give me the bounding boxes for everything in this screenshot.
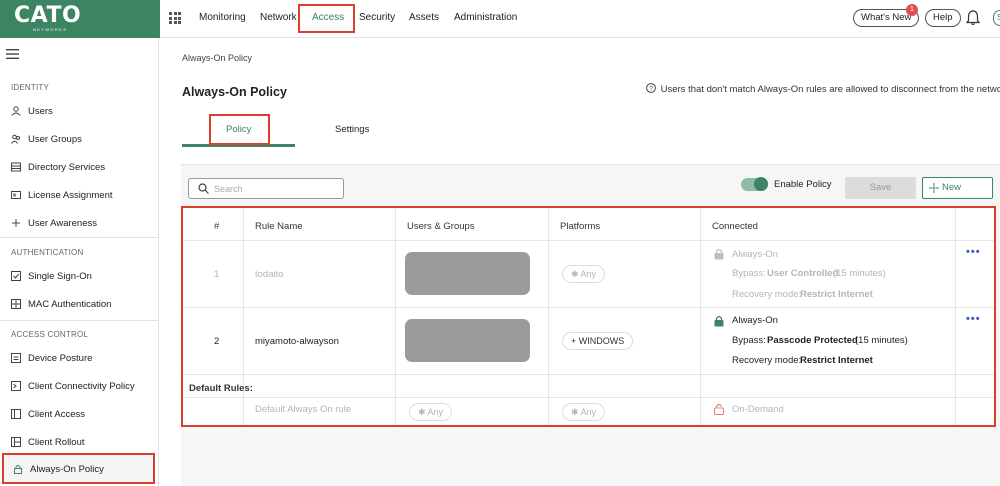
sidebar-item-device-posture[interactable]: Device Posture — [11, 350, 92, 366]
plus-icon — [12, 219, 20, 227]
sidebar-item-label: License Assignment — [28, 189, 113, 201]
sidebar-item-label: Client Access — [28, 408, 86, 420]
nav-security[interactable]: Security — [359, 12, 395, 23]
rollout-icon — [11, 437, 21, 447]
question-circle-icon: ? — [646, 83, 656, 93]
directory-icon — [11, 162, 21, 172]
whats-new-badge: 1 — [906, 4, 918, 16]
sidebar-item-mac-authentication[interactable]: MAC Authentication — [11, 296, 111, 312]
breadcrumb[interactable]: Always-On Policy — [182, 53, 252, 63]
sidebar-item-license-assignment[interactable]: License Assignment — [11, 187, 113, 203]
grid-icon — [11, 299, 21, 309]
sidebar-item-client-connectivity-policy[interactable]: Client Connectivity Policy — [11, 378, 135, 394]
search-icon — [198, 183, 209, 194]
sidebar-section-access-control: ACCESS CONTROL — [11, 330, 89, 339]
svg-text:?: ? — [649, 86, 653, 93]
new-button-label: New — [942, 182, 962, 193]
sidebar-item-user-awareness[interactable]: User Awareness — [11, 215, 97, 231]
sidebar-item-label: Single Sign-On — [28, 270, 92, 282]
page-title: Always-On Policy — [182, 85, 287, 99]
logo-text: CATO — [14, 3, 82, 28]
nav-access[interactable]: Access — [312, 12, 344, 23]
sidebar-divider — [0, 320, 159, 321]
user-icon — [11, 106, 21, 116]
nav-administration[interactable]: Administration — [454, 12, 517, 23]
sidebar-item-client-access[interactable]: Client Access — [11, 406, 85, 422]
search-placeholder: Search — [214, 184, 243, 194]
sidebar-item-label: MAC Authentication — [28, 298, 112, 310]
checkbox-icon — [11, 271, 21, 281]
sidebar-item-label: Device Posture — [28, 352, 93, 364]
hamburger-menu-icon[interactable] — [6, 49, 19, 59]
client-access-icon — [11, 409, 21, 419]
sidebar-item-always-on-policy-content[interactable]: Always-On Policy — [13, 461, 104, 477]
info-note-text: Users that don't match Always-On rules a… — [660, 84, 1000, 95]
sidebar-item-label: Directory Services — [28, 161, 106, 173]
search-input[interactable] — [188, 178, 344, 199]
sidebar: IDENTITY Users User Groups Directory Ser… — [0, 38, 159, 486]
tab-policy-label[interactable]: Policy — [226, 124, 251, 135]
help-button[interactable]: Help — [925, 9, 961, 27]
table-highlight — [181, 206, 996, 427]
sidebar-item-single-sign-on[interactable]: Single Sign-On — [11, 268, 92, 284]
save-button[interactable]: Save — [845, 177, 916, 199]
cato-logo[interactable]: CATO NETWORKS — [0, 0, 160, 38]
sidebar-item-directory-services[interactable]: Directory Services — [11, 159, 105, 175]
lock-icon — [14, 465, 22, 474]
sidebar-item-client-rollout[interactable]: Client Rollout — [11, 434, 85, 450]
sidebar-item-label: Client Connectivity Policy — [28, 380, 135, 392]
sidebar-section-authentication: AUTHENTICATION — [11, 248, 84, 257]
sidebar-item-label: User Groups — [28, 133, 82, 145]
sidebar-divider — [0, 237, 159, 238]
app-grid-icon[interactable] — [169, 12, 181, 24]
sidebar-section-identity: IDENTITY — [11, 83, 50, 92]
new-button[interactable]: New — [922, 177, 993, 199]
connectivity-icon — [11, 381, 21, 391]
tab-settings[interactable]: Settings — [335, 124, 369, 135]
nav-monitoring[interactable]: Monitoring — [199, 12, 246, 23]
enable-policy-label: Enable Policy — [774, 179, 832, 190]
logo-subtext: NETWORKS — [33, 27, 68, 32]
sidebar-item-label: Users — [28, 105, 53, 117]
info-note: ? Users that don't match Always-On rules… — [646, 83, 1000, 95]
sidebar-item-label: Always-On Policy — [30, 463, 104, 475]
user-groups-icon — [11, 134, 20, 144]
sidebar-item-label: Client Rollout — [28, 436, 85, 448]
nav-network[interactable]: Network — [260, 12, 297, 23]
sidebar-item-user-groups[interactable]: User Groups — [11, 131, 82, 147]
sidebar-item-users[interactable]: Users — [11, 103, 53, 119]
sidebar-item-label: User Awareness — [28, 217, 97, 229]
toggle-knob — [754, 177, 768, 191]
bell-icon[interactable] — [966, 10, 980, 26]
add-icon — [929, 183, 939, 193]
avatar[interactable]: S — [993, 10, 1000, 26]
license-icon — [11, 191, 21, 199]
nav-assets[interactable]: Assets — [409, 12, 439, 23]
device-icon — [11, 353, 21, 363]
